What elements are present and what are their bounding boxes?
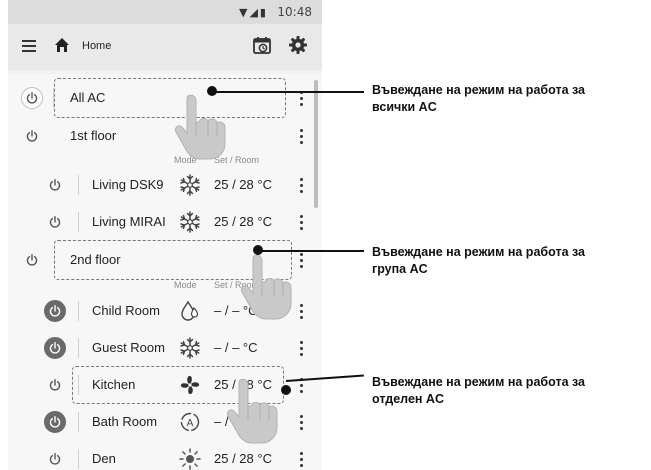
app-title: Home [82, 40, 112, 52]
annotation-group-ac: Въвеждане на режим на работа за група AC [372, 244, 585, 278]
more-vert-icon[interactable] [297, 176, 307, 194]
power-icon[interactable] [44, 300, 66, 322]
more-vert-icon[interactable] [297, 339, 307, 357]
more-vert-icon[interactable] [297, 413, 307, 431]
divider [78, 212, 79, 232]
annotation-line-2: отделен AC [372, 392, 444, 406]
annotation-line-1: Въвеждане на режим на работа за [372, 245, 585, 259]
temperature-value: 25 / 28 °C [214, 451, 272, 466]
row-label: 1st floor [70, 128, 117, 143]
more-vert-icon[interactable] [297, 213, 307, 231]
more-vert-icon[interactable] [297, 302, 307, 320]
row-label: Living MIRAI [92, 214, 166, 229]
status-time: 10:48 [277, 5, 312, 19]
heat-mode-icon [178, 173, 202, 197]
divider [78, 449, 79, 469]
auto-mode-icon [178, 410, 202, 434]
row-unit-living-dsk9[interactable]: Living DSK9 25 / 28 °C [8, 167, 312, 203]
more-vert-icon[interactable] [297, 450, 307, 468]
dry-mode-icon [178, 299, 202, 323]
home-icon[interactable] [54, 37, 70, 53]
column-header-mode: Mode [174, 280, 197, 290]
heat-mode-icon [178, 210, 202, 234]
row-label: Living DSK9 [92, 177, 164, 192]
temperature-value: 25 / 28 °C [214, 214, 272, 229]
gear-icon[interactable] [288, 35, 308, 55]
row-unit-living-mirai[interactable]: Living MIRAI 25 / 28 °C [8, 204, 312, 240]
calendar-timer-icon[interactable] [252, 35, 272, 55]
callout-dot [281, 385, 291, 395]
row-label: Child Room [92, 303, 160, 318]
temperature-value: – / – °C [214, 340, 258, 355]
divider [78, 175, 79, 195]
power-icon[interactable] [44, 448, 66, 470]
annotation-line-2: група AC [372, 262, 428, 276]
cool-mode-icon [178, 447, 202, 470]
scrollbar[interactable] [314, 80, 318, 208]
row-label: Guest Room [92, 340, 165, 355]
power-icon[interactable] [44, 174, 66, 196]
phone-screen: ▼◢▮ 10:48 Home All AC 1st floor Mode Set… [8, 0, 322, 470]
pointing-hand-icon [168, 92, 232, 162]
power-icon[interactable] [44, 374, 66, 396]
divider [78, 301, 79, 321]
pointing-hand-icon [234, 252, 298, 322]
row-label: Bath Room [92, 414, 158, 429]
annotation-all-ac: Въвеждане на режим на работа за всички A… [372, 82, 585, 116]
callout-line [258, 250, 364, 252]
callout-line [212, 91, 364, 93]
status-icons: ▼◢▮ [239, 6, 268, 19]
heat-mode-icon [178, 336, 202, 360]
divider [78, 412, 79, 432]
power-icon[interactable] [21, 87, 43, 109]
annotation-line-1: Въвеждане на режим на работа за [372, 83, 585, 97]
app-bar: Home [8, 24, 322, 70]
row-group-1st-floor[interactable]: 1st floor [8, 118, 312, 154]
pointing-hand-icon [220, 376, 284, 446]
power-icon[interactable] [21, 249, 43, 271]
more-vert-icon[interactable] [297, 251, 307, 269]
status-bar: ▼◢▮ 10:48 [8, 0, 322, 24]
power-icon[interactable] [21, 125, 43, 147]
power-icon[interactable] [44, 411, 66, 433]
power-icon[interactable] [44, 337, 66, 359]
annotation-line-1: Въвеждане на режим на работа за [372, 375, 585, 389]
annotation-line-2: всички AC [372, 100, 437, 114]
menu-icon[interactable] [22, 40, 36, 52]
annotation-single-ac: Въвеждане на режим на работа за отделен … [372, 374, 585, 408]
divider [78, 338, 79, 358]
temperature-value: 25 / 28 °C [214, 177, 272, 192]
row-unit-guest-room[interactable]: Guest Room – / – °C [8, 330, 312, 366]
more-vert-icon[interactable] [297, 127, 307, 145]
row-label: Den [92, 451, 116, 466]
power-icon[interactable] [44, 211, 66, 233]
